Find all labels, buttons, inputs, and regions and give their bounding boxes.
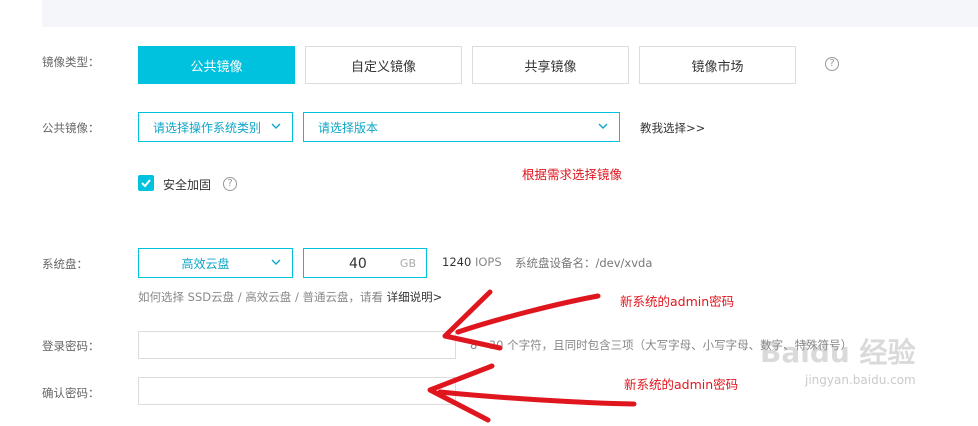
os-type-select-value: 请选择操作系统类别 xyxy=(153,120,262,135)
disk-device-name: 系统盘设备名：/dev/xvda xyxy=(515,256,653,270)
disk-size-unit: GB xyxy=(399,257,416,270)
confirm-password-input[interactable] xyxy=(138,377,456,405)
public-image-label: 公共镜像： xyxy=(42,121,100,135)
annotation-admin-password-1: 新系统的admin密码 xyxy=(620,294,735,309)
disk-size-input[interactable]: 40 GB xyxy=(303,248,427,278)
image-type-label: 镜像类型： xyxy=(42,55,100,69)
help-icon[interactable]: ? xyxy=(223,177,237,191)
watermark-logo: Baidu 经验 xyxy=(760,336,916,369)
disk-detail-link[interactable]: 详细说明> xyxy=(387,290,443,304)
teach-me-choose-link[interactable]: 教我选择>> xyxy=(640,120,705,136)
iops-unit: IOPS xyxy=(474,255,502,269)
version-select-value: 请选择版本 xyxy=(318,120,379,135)
iops-readout: 1240 IOPS xyxy=(442,255,502,269)
disk-size-value: 40 xyxy=(349,256,367,272)
disk-type-select-value: 高效云盘 xyxy=(181,256,230,271)
watermark-url: jingyan.baidu.com xyxy=(805,373,916,387)
tab-public-image[interactable]: 公共镜像 xyxy=(138,46,295,84)
disk-hint: 如何选择 SSD云盘 / 高效云盘 / 普通云盘，请看 详细说明> xyxy=(138,289,442,305)
disk-hint-text: 如何选择 SSD云盘 / 高效云盘 / 普通云盘，请看 xyxy=(138,290,383,304)
chevron-down-icon xyxy=(598,123,608,129)
tab-custom-image[interactable]: 自定义镜像 xyxy=(305,46,462,84)
top-bar xyxy=(42,0,978,27)
login-password-label: 登录密码： xyxy=(42,339,100,353)
login-password-input[interactable] xyxy=(138,331,456,359)
check-icon xyxy=(141,179,151,188)
os-type-select[interactable]: 请选择操作系统类别 xyxy=(138,112,293,142)
annotation-admin-password-2: 新系统的admin密码 xyxy=(624,377,739,392)
chevron-down-icon xyxy=(271,123,281,129)
iops-value: 1240 xyxy=(442,255,472,269)
version-select[interactable]: 请选择版本 xyxy=(303,112,620,142)
tab-shared-image[interactable]: 共享镜像 xyxy=(472,46,629,84)
annotation-arrow-2 xyxy=(427,363,637,423)
confirm-password-label: 确认密码： xyxy=(42,386,100,400)
security-hardening-label: 安全加固 xyxy=(163,178,212,192)
disk-type-select[interactable]: 高效云盘 xyxy=(138,248,293,278)
security-hardening-checkbox[interactable] xyxy=(138,175,154,191)
help-icon[interactable]: ? xyxy=(825,57,839,71)
chevron-down-icon xyxy=(271,259,281,265)
annotation-choose-image: 根据需求选择镜像 xyxy=(522,167,623,182)
system-disk-label: 系统盘： xyxy=(42,257,88,271)
tab-image-market[interactable]: 镜像市场 xyxy=(639,46,796,84)
